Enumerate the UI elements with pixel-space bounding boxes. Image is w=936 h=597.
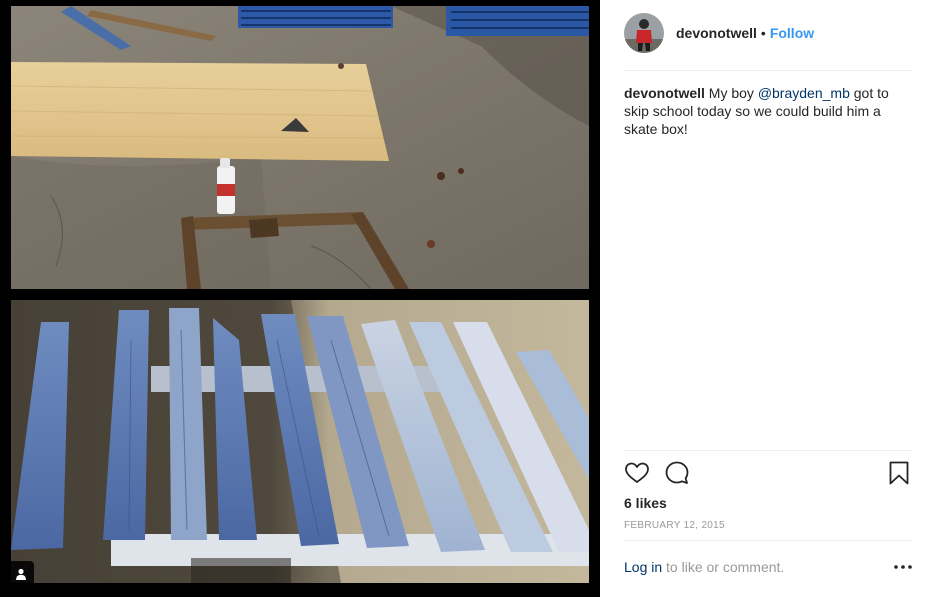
footer-divider bbox=[624, 540, 912, 541]
caption-text-before: My boy bbox=[708, 85, 754, 101]
post-actions bbox=[624, 460, 912, 488]
photo-painted-pallet bbox=[11, 300, 589, 583]
login-prompt: Log in to like or comment. bbox=[624, 559, 912, 577]
likes-count[interactable]: 6 likes bbox=[624, 495, 667, 511]
separator-dot: • bbox=[760, 25, 766, 41]
post-caption: devonotwell My boy @brayden_mb got to sk… bbox=[624, 84, 904, 138]
photo-bottom-image bbox=[11, 300, 589, 583]
more-options-glyph bbox=[894, 565, 912, 569]
login-prompt-text: to like or comment. bbox=[666, 559, 785, 575]
heart-icon[interactable] bbox=[624, 460, 650, 486]
header-username[interactable]: devonotwell bbox=[676, 25, 757, 41]
caption-mention[interactable]: @brayden_mb bbox=[758, 85, 850, 101]
post-details-panel: devonotwell • Follow devonotwell My boy … bbox=[600, 0, 936, 597]
avatar[interactable] bbox=[624, 13, 664, 53]
bookmark-glyph bbox=[889, 461, 909, 485]
bookmark-icon[interactable] bbox=[886, 460, 912, 486]
comment-glyph bbox=[665, 461, 689, 484]
photo-top-image bbox=[11, 6, 589, 289]
caption-username[interactable]: devonotwell bbox=[624, 85, 705, 101]
actions-divider bbox=[624, 450, 912, 451]
heart-glyph bbox=[625, 462, 649, 483]
login-link[interactable]: Log in bbox=[624, 559, 662, 575]
header-divider bbox=[624, 70, 912, 71]
comment-icon[interactable] bbox=[664, 460, 690, 486]
follow-button[interactable]: Follow bbox=[770, 25, 814, 41]
avatar-image bbox=[624, 13, 664, 53]
user-tag-icon[interactable] bbox=[8, 561, 34, 587]
user-tag-glyph bbox=[16, 568, 26, 580]
post-date: FEBRUARY 12, 2015 bbox=[624, 520, 725, 531]
more-options-icon[interactable] bbox=[890, 557, 912, 577]
photo-plywood-and-pallet bbox=[11, 6, 589, 289]
post-header: devonotwell • Follow bbox=[624, 13, 912, 53]
post-media[interactable] bbox=[0, 0, 600, 597]
